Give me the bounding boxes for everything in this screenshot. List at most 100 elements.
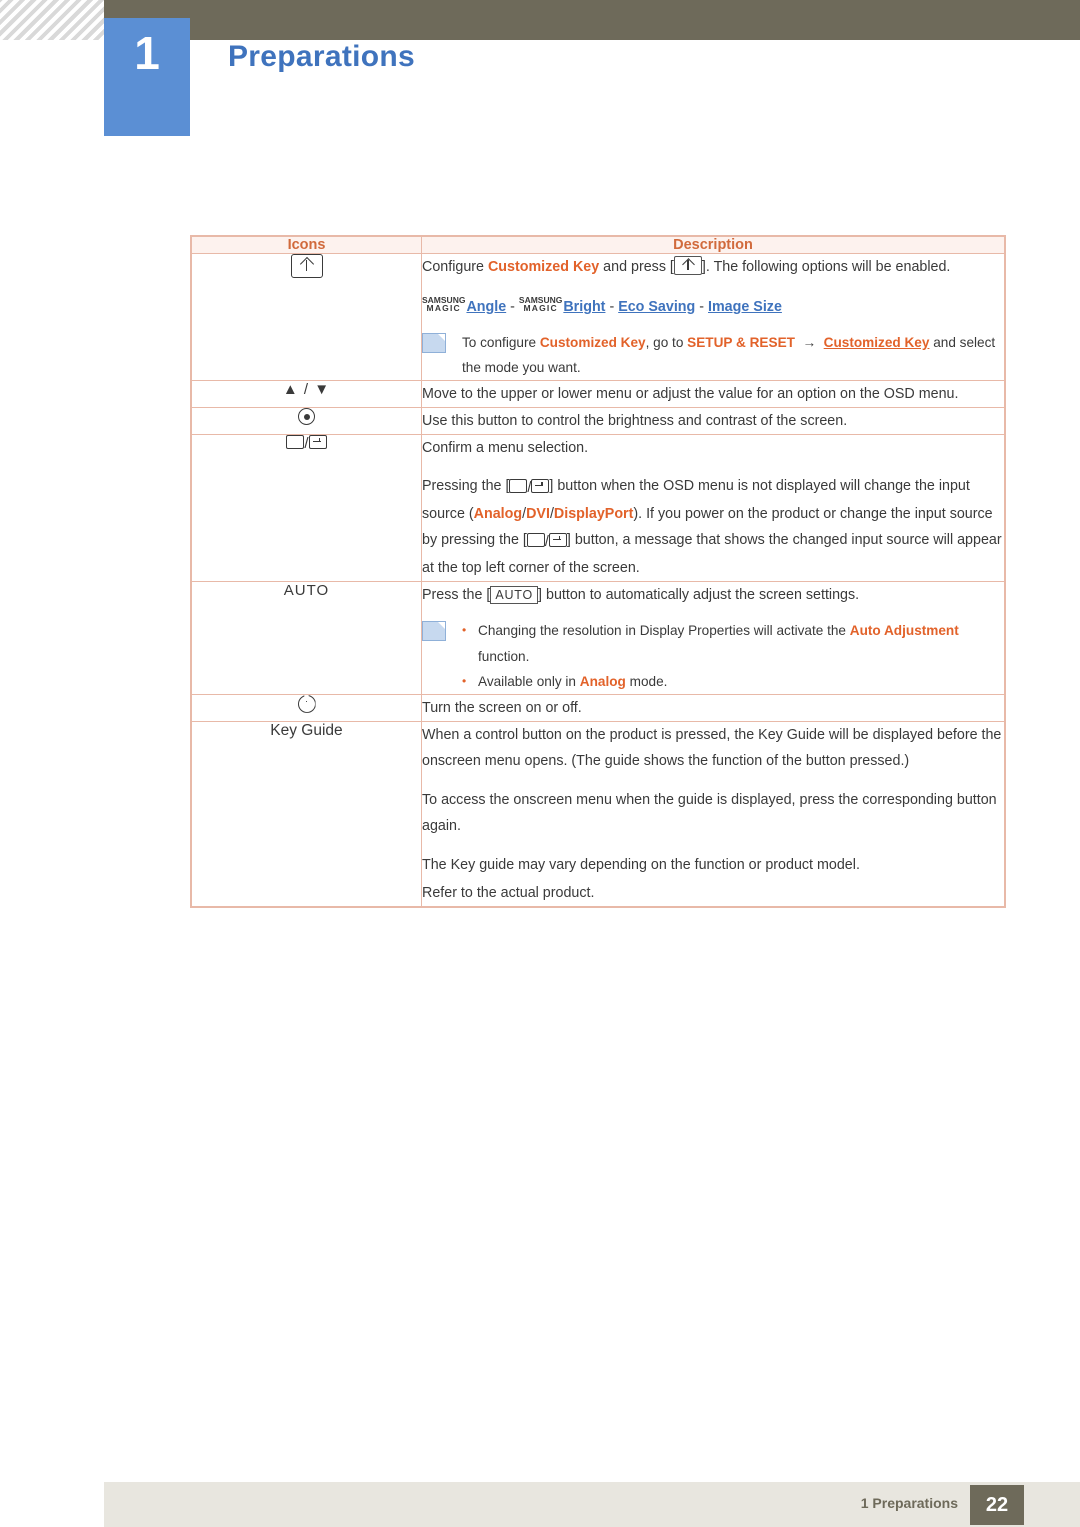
note-text-a: To configure — [462, 335, 540, 351]
up-down-arrows-icon: ▲ / ▼ — [282, 381, 331, 399]
icons-description-table: Icons Description Configure Customized K… — [190, 235, 1006, 908]
note-page-icon — [422, 621, 448, 643]
desc-line: Turn the screen on or off. — [422, 699, 582, 716]
note-term-setup-reset: SETUP & RESET — [687, 335, 795, 351]
desc-line: Confirm a menu selection. — [422, 440, 589, 457]
icon-cell-auto: AUTO — [191, 581, 422, 695]
table-row: / Confirm a menu selection. Pressing the… — [191, 434, 1005, 583]
description-cell-key-guide: When a control button on the product is … — [421, 720, 1005, 907]
term-customized-key: Customized Key — [487, 259, 600, 275]
table-header-row: Icons Description — [191, 236, 1005, 254]
description-cell-customized-key: Configure Customized Key and press [ ]. T… — [421, 252, 1005, 382]
text-pressing-the: Pressing the [ — [422, 478, 510, 495]
magic-logo-bottom: MAGIC — [426, 303, 461, 314]
arrow-icon: → — [802, 335, 817, 351]
customized-key-icon — [290, 254, 323, 278]
note-bullet-2: • Available only in Analog mode. — [462, 669, 1004, 694]
bullet-icon: • — [462, 673, 467, 688]
desc-line: Move to the upper or lower menu or adjus… — [422, 386, 959, 403]
desc-line: Use this button to control the brightnes… — [422, 413, 848, 430]
samsung-magic-logo: SAMSUNG MAGIC — [422, 296, 465, 313]
table-row: Configure Customized Key and press [ ]. T… — [191, 252, 1005, 382]
samsung-magic-logo-2: SAMSUNG MAGIC — [519, 296, 562, 313]
table-row: Key Guide When a control button on the p… — [191, 720, 1005, 907]
icon-cell-key-guide: Key Guide — [191, 720, 422, 907]
enter-source-inline-icon-2: / — [526, 529, 567, 555]
icon-cell-power — [191, 693, 422, 722]
option-separator-2: - — [609, 299, 615, 316]
note-bullet-2-text: Available only in Analog mode. — [478, 669, 667, 694]
description-cell-enter-source: Confirm a menu selection. Pressing the [… — [421, 434, 1005, 583]
note-term-customized-key: Customized Key — [539, 335, 646, 351]
table-row: AUTO Press the [AUTO] button to automati… — [191, 581, 1005, 695]
table-row: Turn the screen on or off. — [191, 693, 1005, 722]
text-function: function. — [478, 648, 530, 664]
icon-cell-brightness — [191, 407, 422, 436]
footer-page-number: 22 — [970, 1485, 1024, 1525]
note-bullet-1: • Changing the resolution in Display Pro… — [462, 618, 1004, 668]
text-press-the: Press the [ — [422, 587, 491, 604]
text-options-enabled: ]. The following options will be enabled… — [701, 259, 951, 275]
desc-line: Configure Customized Key and press [ ]. T… — [422, 254, 1004, 280]
desc-line: When a control button on the product is … — [422, 726, 1002, 769]
enter-source-inline-icon: / — [509, 475, 550, 501]
auto-key-inline: AUTO — [490, 586, 539, 605]
footer-label: 1 Preparations — [860, 1495, 958, 1511]
desc-options-line: SAMSUNG MAGIC Angle - SAMSUNG MAGIC Bright -… — [422, 294, 1004, 320]
text-available-only: Available only in — [478, 673, 580, 689]
enter-return-icon — [308, 435, 327, 450]
desc-line: Refer to the actual product. — [422, 884, 595, 901]
description-cell-power: Turn the screen on or off. — [421, 693, 1005, 722]
note-text-c: , go to — [645, 335, 688, 351]
source-box-icon — [286, 435, 305, 450]
note-text: • Changing the resolution in Display Pro… — [462, 618, 1004, 693]
term-analog: Analog — [579, 673, 626, 689]
customized-key-inline-icon — [673, 256, 702, 275]
description-cell-auto: Press the [AUTO] button to automatically… — [421, 581, 1005, 695]
note-term-customized-key-2: Customized Key — [823, 335, 930, 351]
option-separator-3: - — [699, 299, 705, 316]
text-configure: Configure — [422, 259, 488, 275]
option-bright: Bright — [563, 299, 606, 316]
note-bullet-1-text: Changing the resolution in Display Prope… — [478, 618, 1004, 668]
description-cell-up-down: Move to the upper or lower menu or adjus… — [421, 380, 1005, 409]
magic-logo-bottom-2: MAGIC — [523, 303, 558, 314]
power-button-icon — [297, 694, 316, 713]
text-changing-resolution: Changing the resolution in Display Prope… — [478, 623, 850, 639]
desc-line: Press the [AUTO] button to automatically… — [422, 582, 1004, 608]
key-guide-label: Key Guide — [270, 721, 343, 739]
text-mode: mode. — [625, 673, 668, 689]
auto-button-icon: AUTO — [283, 582, 330, 600]
source-displayport: DisplayPort — [553, 506, 634, 523]
text-and-press: and press [ — [599, 259, 674, 275]
enter-source-icon: / — [286, 435, 327, 452]
brightness-contrast-icon — [298, 408, 315, 426]
note-page-icon — [422, 333, 448, 355]
page-title: Preparations — [228, 40, 415, 73]
chapter-number: 1 — [134, 27, 160, 79]
note-block-customized-key: To configure Customized Key, go to SETUP… — [422, 330, 1004, 380]
header-hatch-pattern — [0, 0, 104, 40]
column-header-description: Description — [421, 236, 1005, 254]
icon-cell-customized-key — [191, 252, 422, 382]
option-separator-1: - — [510, 299, 515, 316]
option-angle: Angle — [466, 299, 507, 316]
source-dvi: DVI — [526, 506, 550, 523]
term-auto-adjustment: Auto Adjustment — [849, 623, 959, 639]
desc-line: The Key guide may vary depending on the … — [422, 856, 860, 873]
option-eco-saving: Eco Saving — [618, 299, 696, 316]
source-analog: Analog — [473, 506, 523, 523]
desc-line: Pressing the [/] button when the OSD men… — [422, 473, 1004, 581]
bullet-icon: • — [462, 623, 467, 638]
column-header-icons: Icons — [191, 236, 422, 254]
table-row: ▲ / ▼ Move to the upper or lower menu or… — [191, 380, 1005, 409]
note-block-auto: • Changing the resolution in Display Pro… — [422, 618, 1004, 693]
text-auto-adjust: ] button to automatically adjust the scr… — [538, 587, 860, 604]
desc-line: To access the onscreen menu when the gui… — [422, 791, 997, 834]
option-image-size: Image Size — [708, 299, 782, 316]
table-row: Use this button to control the brightnes… — [191, 407, 1005, 436]
note-text: To configure Customized Key, go to SETUP… — [462, 330, 1004, 380]
icon-cell-up-down: ▲ / ▼ — [191, 380, 422, 409]
description-cell-brightness: Use this button to control the brightnes… — [421, 407, 1005, 436]
icon-cell-enter-source: / — [191, 434, 422, 583]
